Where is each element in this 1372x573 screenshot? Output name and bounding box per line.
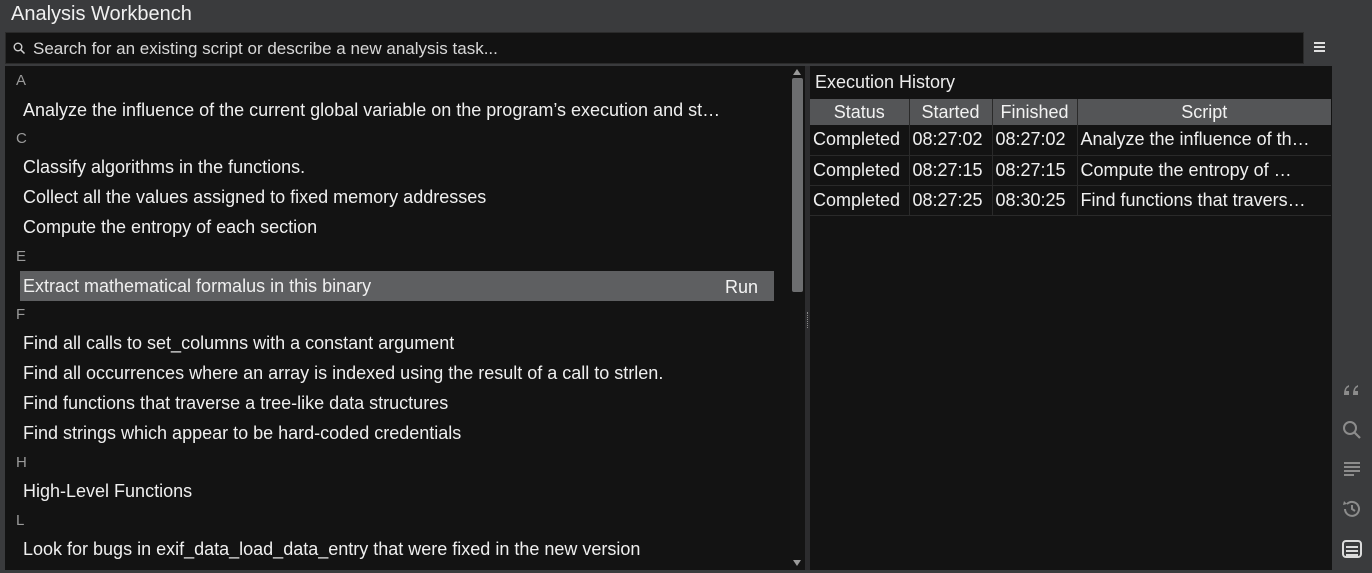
column-header-finished[interactable]: Finished xyxy=(992,99,1078,125)
list-item[interactable]: Collect all the values assigned to fixed… xyxy=(20,182,774,212)
search-icon[interactable] xyxy=(1341,419,1363,441)
execution-history-table: Status Started Finished Script Completed… xyxy=(810,99,1331,216)
run-button[interactable]: Run xyxy=(725,276,758,298)
hamburger-menu-icon[interactable] xyxy=(1312,38,1328,56)
section-header-c: C xyxy=(16,130,27,147)
table-header-row: Status Started Finished Script xyxy=(810,99,1331,125)
list-item[interactable]: Analyze the influence of the current glo… xyxy=(20,95,774,125)
right-toolbar xyxy=(1335,66,1372,573)
script-cell: Find functions that travers… xyxy=(1077,185,1331,216)
history-icon[interactable] xyxy=(1341,498,1363,520)
column-header-script[interactable]: Script xyxy=(1077,99,1331,125)
list-item[interactable]: Look for bugs in exif_data_load_data_ent… xyxy=(20,534,774,564)
script-list: A Analyze the influence of the current g… xyxy=(5,66,790,570)
status-cell: Completed xyxy=(810,125,910,156)
section-header-e: E xyxy=(16,248,27,265)
finished-cell: 08:30:25 xyxy=(992,185,1078,216)
search-icon xyxy=(13,42,26,55)
list-scrollbar[interactable] xyxy=(790,66,805,570)
table-row[interactable]: Completed 08:27:02 08:27:02 Analyze the … xyxy=(810,125,1331,156)
splitter-grip-icon[interactable] xyxy=(807,312,808,328)
section-header-l: L xyxy=(16,512,25,529)
section-header-f: F xyxy=(16,306,26,323)
section-header-a: A xyxy=(16,72,27,89)
list-item-selected[interactable]: Extract mathematical formalus in this bi… xyxy=(20,271,774,301)
scroll-down-arrow-icon[interactable] xyxy=(793,560,801,566)
finished-cell: 08:27:02 xyxy=(992,125,1078,156)
started-cell: 08:27:25 xyxy=(909,185,993,216)
quote-icon[interactable] xyxy=(1341,379,1363,401)
search-input[interactable]: Search for an existing script or describ… xyxy=(5,32,1304,64)
scrollbar-thumb[interactable] xyxy=(792,78,803,292)
scroll-up-arrow-icon[interactable] xyxy=(793,69,801,75)
app-title: Analysis Workbench xyxy=(11,3,192,25)
list-item[interactable]: Find strings which appear to be hard-cod… xyxy=(20,418,774,448)
search-placeholder: Search for an existing script or describ… xyxy=(33,39,498,58)
table-row[interactable]: Completed 08:27:25 08:30:25 Find functio… xyxy=(810,185,1331,216)
workbench-icon[interactable] xyxy=(1341,538,1363,560)
execution-history-panel: Execution History Status Started Finishe… xyxy=(810,66,1332,570)
section-header-h: H xyxy=(16,454,27,471)
table-row[interactable]: Completed 08:27:15 08:27:15 Compute the … xyxy=(810,155,1331,186)
column-header-started[interactable]: Started xyxy=(909,99,993,125)
lines-icon[interactable] xyxy=(1341,458,1363,480)
list-item[interactable]: Find all calls to set_columns with a con… xyxy=(20,328,774,358)
column-header-status[interactable]: Status xyxy=(810,99,910,125)
status-cell: Completed xyxy=(810,185,910,216)
script-cell: Compute the entropy of … xyxy=(1077,155,1331,186)
list-item[interactable]: Find all occurrences where an array is i… xyxy=(20,358,774,388)
list-item[interactable]: High-Level Functions xyxy=(20,476,774,506)
list-item[interactable]: Compute the entropy of each section xyxy=(20,212,774,242)
started-cell: 08:27:15 xyxy=(909,155,993,186)
execution-history-heading: Execution History xyxy=(815,72,956,92)
finished-cell: 08:27:15 xyxy=(992,155,1078,186)
list-item[interactable]: Find functions that traverse a tree-like… xyxy=(20,388,774,418)
status-cell: Completed xyxy=(810,155,910,186)
list-item[interactable]: Classify algorithms in the functions. xyxy=(20,152,774,182)
script-cell: Analyze the influence of th… xyxy=(1077,125,1331,156)
started-cell: 08:27:02 xyxy=(909,125,993,156)
